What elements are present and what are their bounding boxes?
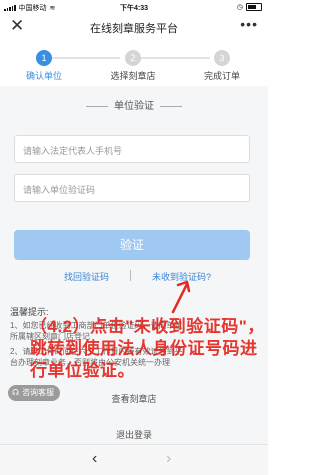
step-2-circle: 2 [125, 50, 141, 66]
status-right: ◷ [237, 3, 262, 11]
status-bar: 中国移动 ≋ 下午4:33 ◷ [0, 0, 268, 14]
section-title: 单位验证 [0, 97, 268, 112]
step-3-label: 完成订单 [203, 71, 240, 81]
more-icon[interactable]: ••• [240, 16, 258, 32]
progress-steps: 1 2 3 确认单位 选择刻章店 完成订单 [0, 44, 268, 84]
status-time: 下午4:33 [119, 5, 148, 12]
step-connector [140, 57, 210, 59]
back-icon[interactable]: ‹ [92, 450, 97, 468]
nav-bar: ✕ 在线刻章服务平台 ••• [0, 14, 268, 40]
alarm-icon: ◷ [236, 4, 243, 11]
forward-icon[interactable]: › [166, 450, 171, 468]
page-title: 在线刻章服务平台 [90, 23, 178, 35]
step-3-circle: 3 [214, 50, 230, 66]
verification-code-input[interactable]: 请输入单位验证码 [14, 174, 250, 202]
step-1-circle: 1 [36, 50, 52, 66]
step-connector [50, 57, 120, 59]
step-1-label: 确认单位 [25, 71, 62, 81]
link-divider [130, 270, 131, 281]
annotation-arrow [171, 280, 191, 314]
battery-icon [246, 3, 262, 11]
step-2-label: 选择刻章店 [110, 71, 156, 81]
verify-button[interactable]: 验证 [14, 230, 250, 260]
browser-toolbar: ‹ › [0, 444, 268, 475]
annotation-text: （4.2）点击"未收到验证码"，跳转到使用法人身份证号码进行单位验证。 [30, 317, 265, 380]
phone-input[interactable]: 请输入法定代表人手机号 [14, 135, 250, 163]
logout-link[interactable]: 退出登录 [0, 428, 268, 441]
retrieve-code-link[interactable]: 找回验证码 [64, 270, 109, 283]
view-shops-link[interactable]: 查看刻章店 [0, 392, 268, 405]
